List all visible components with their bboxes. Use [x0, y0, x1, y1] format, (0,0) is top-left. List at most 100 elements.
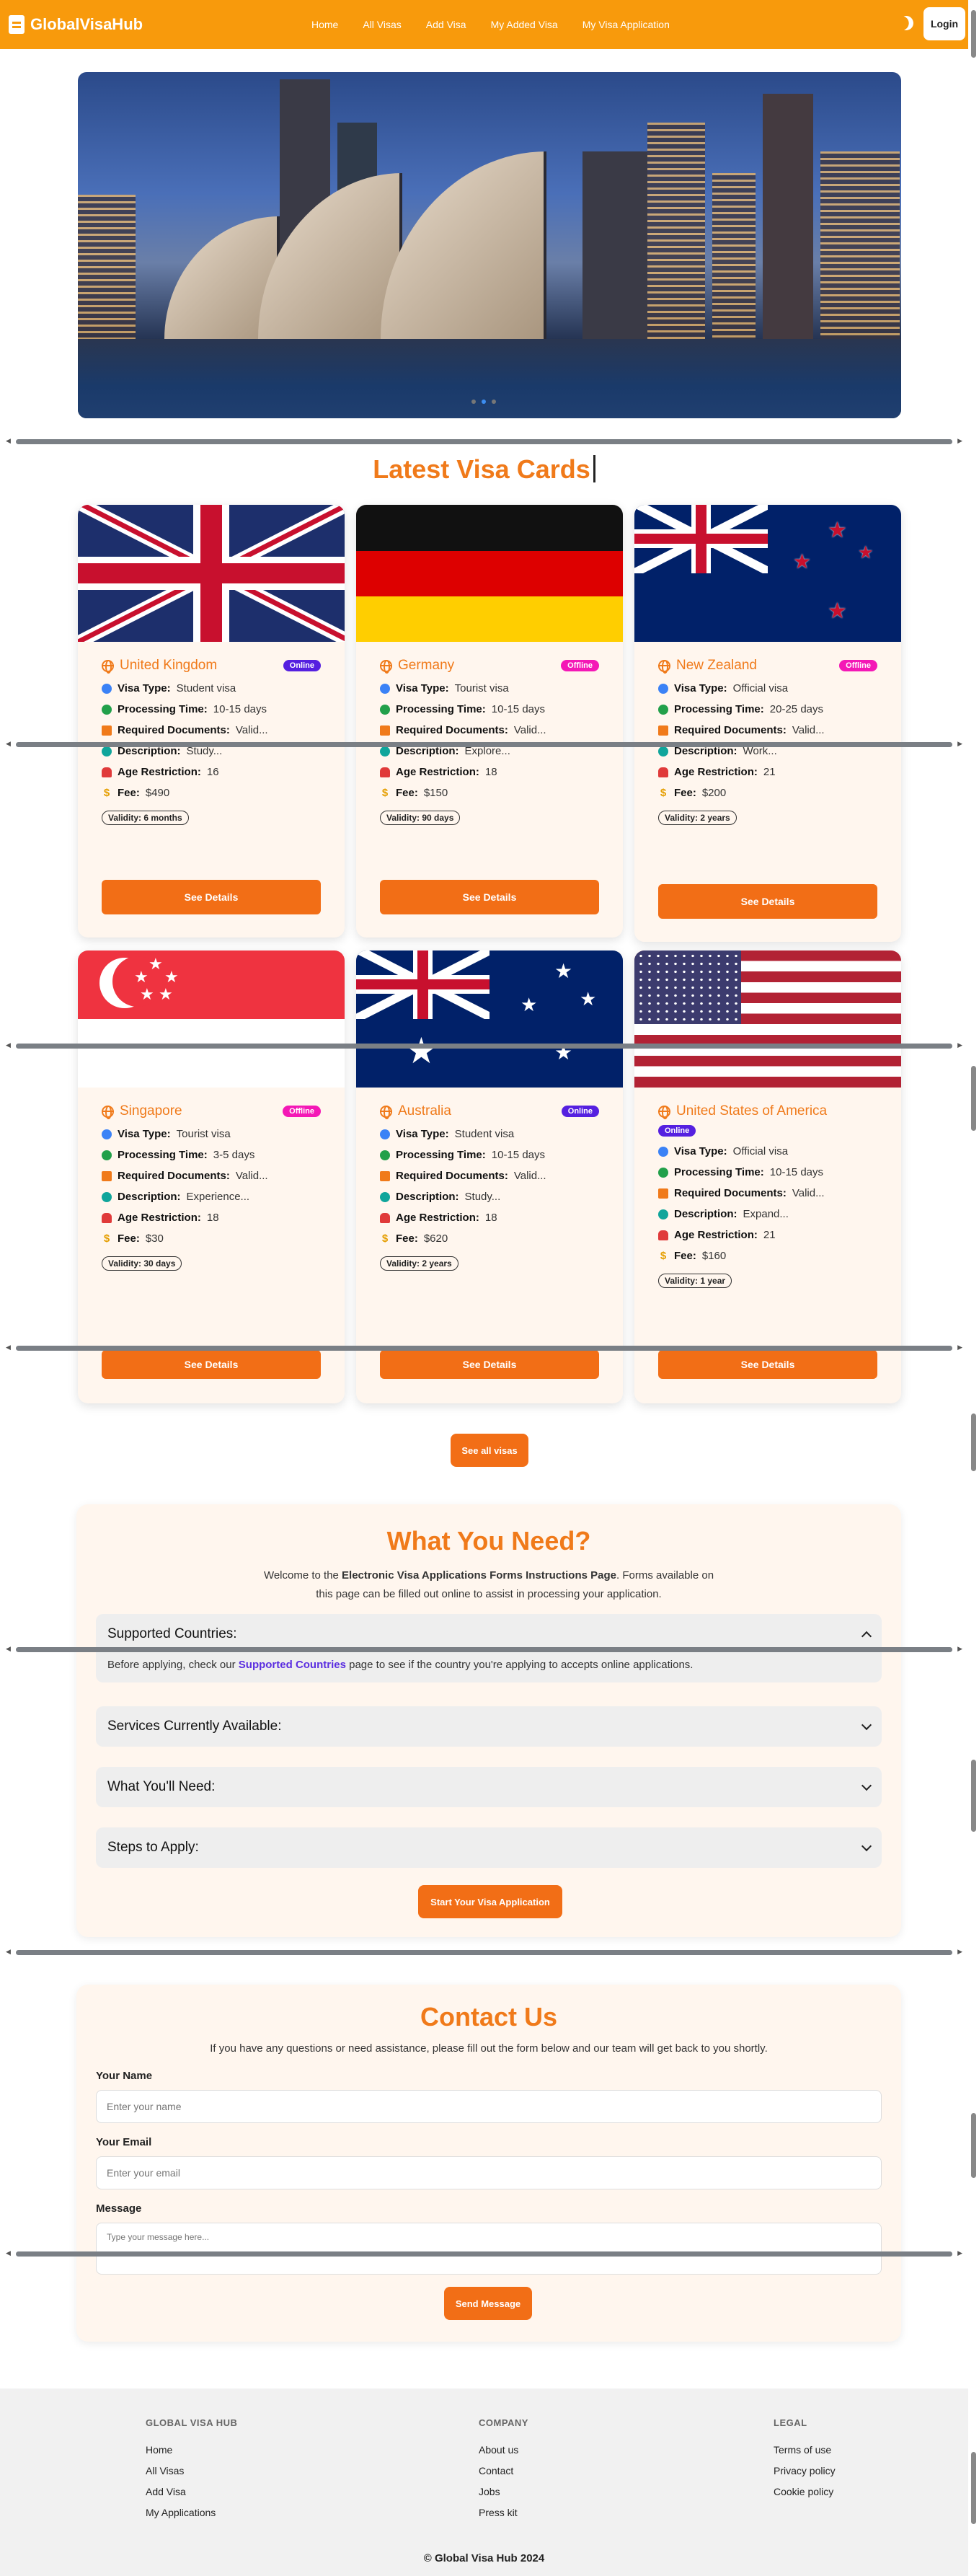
fee-label: Fee: — [396, 787, 418, 799]
supported-countries-link[interactable]: Supported Countries — [239, 1659, 346, 1671]
processing-value: 20-25 days — [769, 703, 823, 715]
processing-label: Processing Time: — [674, 1166, 764, 1178]
accordion-services[interactable]: Services Currently Available: — [96, 1706, 882, 1747]
horizontal-scrollbar[interactable]: ◀ ▶ — [0, 1041, 968, 1051]
email-label: Your Email — [96, 2136, 152, 2148]
accordion-title: Services Currently Available: — [107, 1719, 282, 1734]
info-icon — [380, 683, 390, 694]
documents-label: Required Documents: — [118, 724, 230, 736]
age-label: Age Restriction: — [674, 1229, 758, 1241]
hero-slider[interactable] — [78, 72, 901, 418]
what-you-need-section: What You Need? Welcome to the Electronic… — [76, 1504, 901, 1937]
processing-label: Processing Time: — [118, 1149, 208, 1161]
status-badge: Offline — [561, 660, 599, 671]
latest-visa-title: Latest Visa Cards — [0, 454, 968, 485]
see-details-button[interactable]: See Details — [102, 880, 321, 914]
country-name: United States of America — [676, 1103, 828, 1119]
footer-heading: GLOBAL VISA HUB — [146, 2417, 238, 2428]
contact-intro: If you have any questions or need assist… — [210, 2042, 768, 2055]
slider-dot[interactable] — [471, 400, 476, 404]
accordion-what-youll-need[interactable]: What You'll Need: — [96, 1767, 882, 1807]
dollar-icon: $ — [103, 786, 110, 799]
skyline-building — [820, 151, 900, 339]
see-details-button[interactable]: See Details — [658, 884, 877, 919]
country-name: Germany — [398, 658, 455, 673]
name-label: Your Name — [96, 2070, 153, 2082]
accordion-steps[interactable]: Steps to Apply: — [96, 1827, 882, 1868]
vertical-scrollbar[interactable] — [968, 0, 979, 2576]
globe-icon — [658, 1105, 670, 1119]
footer-link-about[interactable]: About us — [479, 2444, 528, 2456]
documents-value: Valid... — [513, 1170, 546, 1182]
processing-value: 3-5 days — [213, 1149, 255, 1161]
horizontal-scrollbar[interactable]: ◀ ▶ — [0, 739, 968, 749]
info-icon — [102, 1129, 112, 1139]
brand-name: GlobalVisaHub — [30, 15, 143, 33]
horizontal-scrollbar[interactable]: ◀ ▶ — [0, 1343, 968, 1353]
users-icon — [102, 1212, 112, 1223]
footer-heading: LEGAL — [774, 2417, 807, 2428]
chevron-down-icon[interactable] — [861, 1780, 872, 1791]
brand-logo[interactable]: GlobalVisaHub — [9, 15, 143, 34]
footer-link-cookie[interactable]: Cookie policy — [774, 2486, 836, 2497]
section-title: What You Need? — [386, 1526, 591, 1556]
fee-value: $150 — [423, 787, 448, 799]
age-label: Age Restriction: — [396, 766, 479, 778]
horizontal-scrollbar[interactable]: ◀ ▶ — [0, 2249, 968, 2259]
footer-link-home[interactable]: Home — [146, 2444, 237, 2456]
contact-title: Contact Us — [420, 2002, 558, 2032]
see-details-button[interactable]: See Details — [658, 1350, 877, 1379]
nav-home[interactable]: Home — [311, 19, 338, 30]
info-icon — [658, 1146, 668, 1157]
visa-type-label: Visa Type: — [118, 682, 171, 694]
footer-col-company: COMPANY About us Contact Jobs Press kit — [479, 2417, 528, 2528]
email-input[interactable] — [96, 2156, 882, 2189]
start-application-button[interactable]: Start Your Visa Application — [418, 1885, 562, 1918]
visa-type-value: Student visa — [176, 682, 236, 694]
info-icon — [380, 1129, 390, 1139]
horizontal-scrollbar[interactable]: ◀ ▶ — [0, 436, 968, 446]
see-all-visas-button[interactable]: See all visas — [451, 1434, 528, 1467]
slider-dot[interactable] — [492, 400, 496, 404]
nav-add-visa[interactable]: Add Visa — [426, 19, 466, 30]
visa-type-label: Visa Type: — [118, 1128, 171, 1140]
visa-type-label: Visa Type: — [674, 1145, 727, 1157]
name-input[interactable] — [96, 2090, 882, 2123]
chevron-down-icon[interactable] — [861, 1719, 872, 1730]
footer-link-press-kit[interactable]: Press kit — [479, 2507, 528, 2518]
accordion-title: Steps to Apply: — [107, 1840, 199, 1855]
description-icon — [658, 1209, 668, 1219]
login-button[interactable]: Login — [923, 7, 965, 40]
age-label: Age Restriction: — [396, 1212, 479, 1224]
clock-icon — [658, 1167, 668, 1178]
theme-toggle-moon-icon[interactable] — [897, 14, 916, 32]
footer-link-jobs[interactable]: Jobs — [479, 2486, 528, 2497]
see-details-button[interactable]: See Details — [380, 1350, 599, 1379]
footer-link-all-visas[interactable]: All Visas — [146, 2465, 237, 2476]
nav-all-visas[interactable]: All Visas — [363, 19, 401, 30]
footer-link-contact[interactable]: Contact — [479, 2465, 528, 2476]
horizontal-scrollbar[interactable]: ◀ ▶ — [0, 1947, 968, 1957]
slider-dot-active[interactable] — [482, 400, 486, 404]
accordion-content: Before applying, check our Supported Cou… — [107, 1659, 694, 1671]
see-details-button[interactable]: See Details — [380, 880, 599, 914]
footer-link-terms[interactable]: Terms of use — [774, 2444, 836, 2456]
chevron-up-icon[interactable] — [861, 1631, 872, 1641]
horizontal-scrollbar[interactable]: ◀ ▶ — [0, 1644, 968, 1654]
visa-card: ★ ★ ★ ★ New Zealand Offline Visa Type: Off… — [634, 505, 901, 942]
send-message-button[interactable]: Send Message — [444, 2287, 532, 2320]
skyline-building — [582, 151, 647, 339]
see-details-button[interactable]: See Details — [102, 1350, 321, 1379]
info-icon — [658, 683, 668, 694]
chevron-down-icon[interactable] — [861, 1840, 872, 1851]
footer-link-privacy[interactable]: Privacy policy — [774, 2465, 836, 2476]
footer-link-my-applications[interactable]: My Applications — [146, 2507, 237, 2518]
status-badge: Offline — [839, 660, 877, 671]
processing-label: Processing Time: — [674, 703, 764, 715]
processing-label: Processing Time: — [396, 1149, 486, 1161]
age-value: 18 — [484, 1212, 497, 1224]
clock-icon — [658, 704, 668, 715]
nav-my-visa-application[interactable]: My Visa Application — [582, 19, 670, 30]
footer-link-add-visa[interactable]: Add Visa — [146, 2486, 237, 2497]
nav-my-added-visa[interactable]: My Added Visa — [491, 19, 558, 30]
